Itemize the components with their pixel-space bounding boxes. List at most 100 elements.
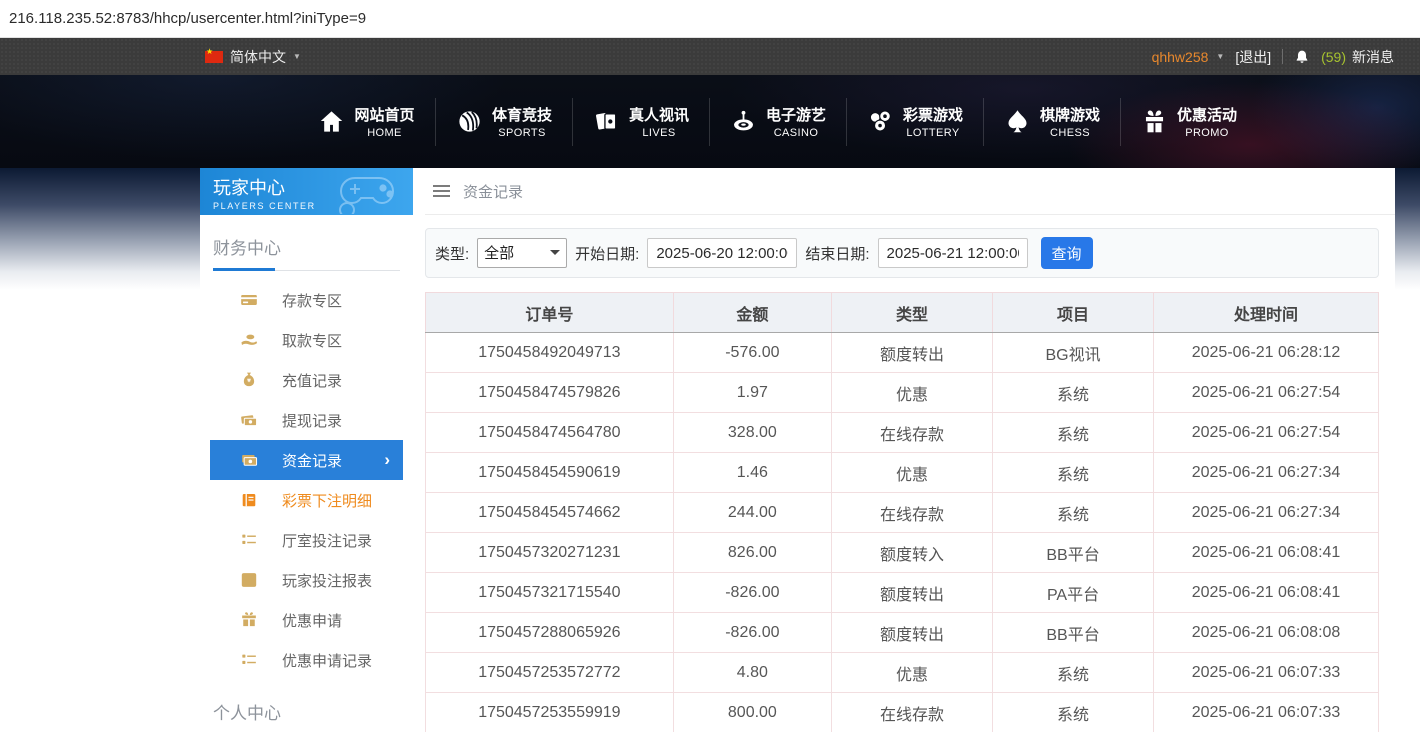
funds-table: 订单号金额类型项目处理时间 1750458492049713-576.00额度转… — [425, 292, 1379, 732]
table-row: 1750457288065926-826.00额度转出BB平台2025-06-2… — [426, 613, 1379, 653]
sidebar-item-lottery-bet-details[interactable]: 彩票下注明细 — [210, 480, 403, 520]
cell-project: BB平台 — [993, 613, 1154, 653]
nav-item-text: 彩票游戏LOTTERY — [903, 104, 963, 139]
table-row: 1750458492049713-576.00额度转出BG视讯2025-06-2… — [426, 333, 1379, 373]
nav-label-zh: 彩票游戏 — [903, 104, 963, 125]
breadcrumb: 资金记录 — [425, 168, 1395, 215]
report-chart-icon — [240, 571, 258, 589]
table-row: 1750457320271231826.00额度转入BB平台2025-06-21… — [426, 533, 1379, 573]
cell-project: 系统 — [993, 493, 1154, 533]
start-date-input[interactable] — [647, 238, 797, 268]
sidebar-menu: 财务中心存款专区取款专区充值记录提现记录资金记录› 彩票下注明细厅室投注记录玩家投… — [200, 215, 413, 732]
cell-type: 在线存款 — [831, 493, 992, 533]
topbar: 简体中文 ▼ qhhw258 ▼ [退出] (59) 新消息 — [0, 38, 1420, 75]
topbar-right: qhhw258 ▼ [退出] (59) 新消息 — [1152, 47, 1394, 67]
cell-order-no: 1750457253559919 — [426, 693, 674, 732]
cell-order-no: 1750457321715540 — [426, 573, 674, 613]
nav-label-en: LIVES — [642, 127, 675, 139]
cell-amount: 328.00 — [673, 413, 831, 453]
table-row: 1750458454574662244.00在线存款系统2025-06-21 0… — [426, 493, 1379, 533]
nav-item-casino[interactable]: 电子游艺CASINO — [709, 98, 846, 146]
lottery-detail-icon — [240, 491, 258, 509]
nav-item-home[interactable]: 网站首页HOME — [298, 98, 435, 146]
cell-type: 额度转入 — [831, 533, 992, 573]
cell-order-no: 1750458454574662 — [426, 493, 674, 533]
nav-item-text: 电子游艺CASINO — [766, 104, 826, 139]
sidebar-item-player-bet-report[interactable]: 玩家投注报表 — [210, 560, 403, 600]
nav-item-lives[interactable]: 真人视讯 LIVES — [572, 98, 709, 146]
nav-item-promo[interactable]: 优惠活动PROMO — [1120, 98, 1257, 146]
cell-order-no: 1750458492049713 — [426, 333, 674, 373]
username-menu[interactable]: qhhw258 ▼ — [1152, 49, 1225, 65]
page-url: 216.118.235.52:8783/hhcp/usercenter.html… — [9, 10, 366, 27]
lottery-balls-icon — [867, 108, 894, 135]
logout-link[interactable]: [退出] — [1235, 47, 1271, 67]
sidebar-item-withdraw-zone[interactable]: 取款专区 — [210, 320, 403, 360]
sidebar-item-withdrawal-records[interactable]: 提现记录 — [210, 400, 403, 440]
language-selector[interactable]: 简体中文 ▼ — [205, 47, 301, 67]
nav-label-zh: 网站首页 — [354, 104, 414, 125]
sidebar-item-promo-apply-records[interactable]: 优惠申请记录 — [210, 640, 403, 680]
search-button[interactable]: 查询 — [1041, 237, 1093, 269]
nav-item-sports[interactable]: 体育竞技 SPORTS — [435, 98, 572, 146]
bell-icon[interactable] — [1294, 49, 1310, 65]
cell-project: BG视讯 — [993, 333, 1154, 373]
cell-processed-at: 2025-06-21 06:28:12 — [1154, 333, 1379, 373]
china-flag-icon — [205, 51, 223, 63]
nav-label-zh: 真人视讯 — [629, 104, 689, 125]
nav-label-en: SPORTS — [498, 127, 545, 139]
cell-type: 额度转出 — [831, 333, 992, 373]
cell-project: 系统 — [993, 693, 1154, 732]
cell-amount: -826.00 — [673, 573, 831, 613]
nav-label-en: CHESS — [1050, 127, 1090, 139]
cell-order-no: 1750457253572772 — [426, 653, 674, 693]
filter-bar: 类型: 全部 开始日期: 结束日期: 查询 — [425, 228, 1379, 278]
menu-icon[interactable] — [433, 185, 450, 197]
nav-item-lottery[interactable]: 彩票游戏LOTTERY — [846, 98, 983, 146]
cell-order-no: 1750458474579826 — [426, 373, 674, 413]
sidebar-item-label: 厅室投注记录 — [282, 530, 372, 551]
language-label: 简体中文 — [230, 47, 286, 67]
money-bag-icon — [240, 371, 258, 389]
cell-order-no: 1750458474564780 — [426, 413, 674, 453]
nav-label-zh: 优惠活动 — [1177, 104, 1237, 125]
cell-processed-at: 2025-06-21 06:07:33 — [1154, 693, 1379, 732]
messages-link[interactable]: (59) 新消息 — [1321, 47, 1394, 67]
sidebar-item-recharge-records[interactable]: 充值记录 — [210, 360, 403, 400]
nav-item-text: 网站首页HOME — [354, 104, 414, 139]
divider — [1282, 49, 1283, 64]
sidebar-item-label: 彩票下注明细 — [282, 490, 372, 511]
cell-processed-at: 2025-06-21 06:27:54 — [1154, 373, 1379, 413]
browser-address-bar[interactable]: 216.118.235.52:8783/hhcp/usercenter.html… — [0, 0, 1420, 38]
sidebar-item-promo-apply[interactable]: 优惠申请 — [210, 600, 403, 640]
sidebar-item-funds-records[interactable]: 资金记录› — [210, 440, 403, 480]
type-select[interactable]: 全部 — [477, 238, 567, 268]
table-row: 17504584545906191.46优惠系统2025-06-21 06:27… — [426, 453, 1379, 493]
sidebar-section-heading: 财务中心 — [213, 215, 400, 259]
sidebar-section-heading: 个人中心 — [213, 680, 400, 724]
sidebar-item-label: 提现记录 — [282, 410, 342, 431]
message-count: (59) — [1321, 49, 1346, 65]
sidebar-item-hall-bet-records[interactable]: 厅室投注记录 — [210, 520, 403, 560]
chevron-right-icon: › — [384, 450, 390, 470]
cell-amount: -826.00 — [673, 613, 831, 653]
list-icon — [240, 651, 258, 669]
nav-label-zh: 体育竞技 — [492, 104, 552, 125]
deposit-card-icon — [240, 291, 258, 309]
table-header-row: 订单号金额类型项目处理时间 — [426, 293, 1379, 333]
end-date-input[interactable] — [878, 238, 1028, 268]
sidebar-item-deposit-zone[interactable]: 存款专区 — [210, 280, 403, 320]
table-row: 1750457253559919800.00在线存款系统2025-06-21 0… — [426, 693, 1379, 732]
nav-item-text: 棋牌游戏CHESS — [1040, 104, 1100, 139]
cell-type: 在线存款 — [831, 693, 992, 732]
section-underline — [213, 268, 400, 271]
message-label: 新消息 — [1352, 47, 1394, 67]
cell-amount: 826.00 — [673, 533, 831, 573]
nav-item-chess[interactable]: 棋牌游戏CHESS — [983, 98, 1120, 146]
cell-project: 系统 — [993, 453, 1154, 493]
caret-down-icon: ▼ — [293, 52, 301, 61]
nav-items: 网站首页HOME 体育竞技 SPORTS 真人视讯 LIVES 电子游艺CASINO 彩票游… — [298, 98, 1257, 146]
table-row: 1750457321715540-826.00额度转出PA平台2025-06-2… — [426, 573, 1379, 613]
cell-processed-at: 2025-06-21 06:08:41 — [1154, 533, 1379, 573]
cell-amount: 4.80 — [673, 653, 831, 693]
